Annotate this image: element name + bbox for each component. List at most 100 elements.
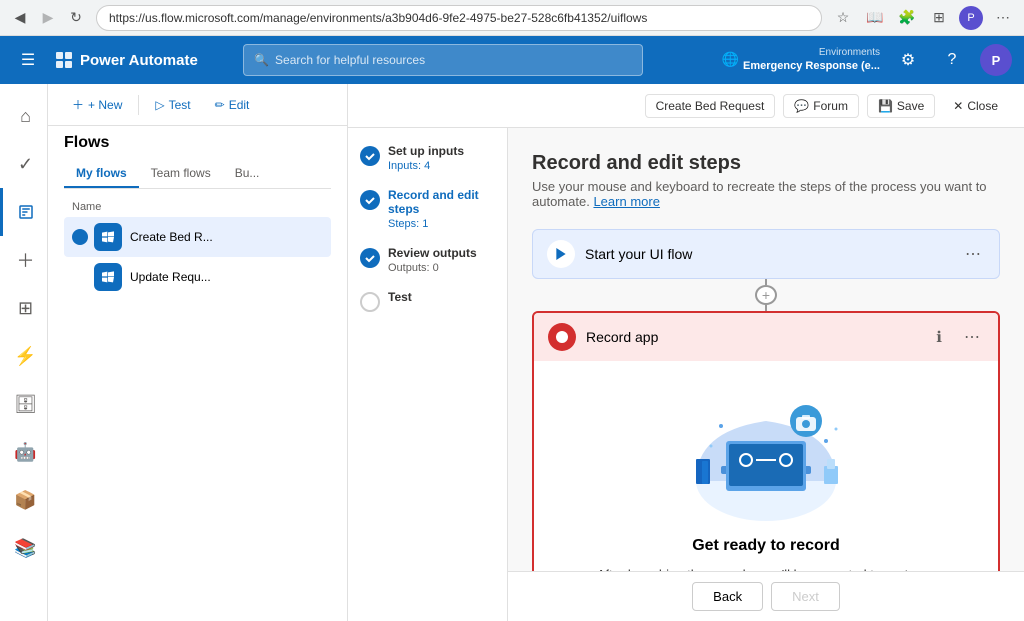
sidebar-item-templates[interactable]: ⊞ bbox=[0, 284, 48, 332]
record-app-info-button[interactable]: ℹ bbox=[936, 328, 942, 346]
test-icon: ▷ bbox=[155, 98, 164, 112]
start-node-more-button[interactable]: ⋯ bbox=[961, 242, 985, 266]
sidebar-item-home[interactable]: ⌂ bbox=[0, 92, 48, 140]
sidebar-item-connectors[interactable]: ⚡ bbox=[0, 332, 48, 380]
tab-business-process[interactable]: Bu... bbox=[223, 160, 272, 188]
test-button[interactable]: ▷ Test bbox=[147, 94, 198, 116]
flows-title: Flows bbox=[64, 134, 331, 152]
flow-row-create-bed[interactable]: Create Bed R... bbox=[64, 217, 331, 257]
record-app-header: Record app ℹ ⋯ bbox=[534, 313, 998, 361]
edit-button[interactable]: ✏ Edit bbox=[207, 94, 258, 116]
collection-icon[interactable]: ⊞ bbox=[926, 5, 952, 31]
toolbar-divider bbox=[138, 95, 139, 115]
connector-line-bottom bbox=[765, 305, 767, 311]
learn-more-link[interactable]: Learn more bbox=[593, 194, 659, 209]
step-3-circle bbox=[360, 248, 380, 268]
nav-right: 🌐 Environments Emergency Response (e... … bbox=[722, 44, 1012, 76]
flow-icon-windows-2 bbox=[94, 263, 122, 291]
tab-team-flows[interactable]: Team flows bbox=[139, 160, 223, 188]
step-2-text: Record and edit steps Steps: 1 bbox=[388, 188, 495, 230]
forum-icon: 💬 bbox=[794, 99, 809, 113]
flow-area-description: Use your mouse and keyboard to recreate … bbox=[532, 179, 1000, 209]
add-step-button[interactable]: + bbox=[755, 285, 777, 305]
record-app-more-button[interactable]: ⋯ bbox=[960, 325, 984, 349]
flow-area: Record and edit steps Use your mouse and… bbox=[508, 128, 1024, 571]
logo-grid-icon bbox=[56, 52, 72, 68]
search-icon: 🔍 bbox=[254, 53, 269, 67]
flow-connector: + bbox=[532, 279, 1000, 311]
forum-button[interactable]: 💬 Forum bbox=[783, 94, 859, 118]
step-3-text: Review outputs Outputs: 0 bbox=[388, 246, 495, 274]
steps-content: Set up inputs Inputs: 4 Record a bbox=[348, 128, 1024, 621]
steps-sidebar: Set up inputs Inputs: 4 Record a bbox=[348, 128, 508, 621]
step-review-outputs[interactable]: Review outputs Outputs: 0 bbox=[360, 246, 495, 274]
browser-chrome: ◀ ▶ ↻ ☆ 📖 🧩 ⊞ P ⋯ bbox=[0, 0, 1024, 36]
environment-label: Environments bbox=[743, 46, 880, 59]
address-bar[interactable] bbox=[96, 5, 822, 31]
create-bed-request-button[interactable]: Create Bed Request bbox=[645, 94, 776, 118]
step-set-up-inputs[interactable]: Set up inputs Inputs: 4 bbox=[360, 144, 495, 172]
tab-my-flows[interactable]: My flows bbox=[64, 160, 139, 188]
flow-row-update-req[interactable]: Update Requ... bbox=[64, 257, 331, 297]
step-2-circle bbox=[360, 190, 380, 210]
step-record-edit-steps[interactable]: Record and edit steps Steps: 1 bbox=[360, 188, 495, 230]
sidebar-item-data[interactable]: 🗄 bbox=[0, 380, 48, 428]
step-test[interactable]: Test bbox=[360, 290, 495, 312]
record-app-card: Record app ℹ ⋯ bbox=[532, 311, 1000, 571]
record-icon bbox=[548, 323, 576, 351]
sidebar-item-action-items[interactable]: ✓ bbox=[0, 140, 48, 188]
extensions-icon[interactable]: 🧩 bbox=[894, 5, 920, 31]
flow-name-create-bed: Create Bed R... bbox=[130, 230, 323, 244]
sidebar-item-my-flows[interactable] bbox=[0, 188, 48, 236]
sidebar-item-ai-builder[interactable]: 🤖 bbox=[0, 428, 48, 476]
settings-button[interactable]: ⚙ bbox=[892, 44, 924, 76]
start-node-icon bbox=[547, 240, 575, 268]
main-content: ⌂ ✓ ＋ ⊞ ⚡ 🗄 🤖 📦 📚 ＋ + New ▷ bbox=[0, 84, 1024, 621]
edit-icon: ✏ bbox=[215, 98, 225, 112]
back-button[interactable]: ◀ bbox=[8, 6, 32, 30]
environment-info: Environments Emergency Response (e... bbox=[743, 46, 880, 73]
record-app-title: Record app bbox=[586, 329, 926, 345]
sidebar-item-solutions[interactable]: 📦 bbox=[0, 476, 48, 524]
star-icon[interactable]: ☆ bbox=[830, 5, 856, 31]
refresh-button[interactable]: ↻ bbox=[64, 6, 88, 30]
bottom-bar: Back Next bbox=[508, 571, 1024, 621]
close-button[interactable]: ✕ Close bbox=[943, 95, 1008, 117]
start-flow-node: Start your UI flow ⋯ bbox=[532, 229, 1000, 279]
flows-tabs: My flows Team flows Bu... bbox=[64, 160, 331, 189]
plus-icon: ＋ bbox=[72, 96, 84, 113]
sidebar-item-create[interactable]: ＋ bbox=[0, 236, 48, 284]
close-icon: ✕ bbox=[953, 99, 963, 113]
next-button[interactable]: Next bbox=[771, 582, 840, 611]
flows-section: Flows My flows Team flows Bu... Name Cre… bbox=[48, 126, 347, 305]
back-button[interactable]: Back bbox=[692, 582, 763, 611]
top-nav: ☰ Power Automate 🔍 Search for helpful re… bbox=[0, 36, 1024, 84]
avatar[interactable]: P bbox=[980, 44, 1012, 76]
get-ready-title: Get ready to record bbox=[692, 537, 840, 555]
step-1-text: Set up inputs Inputs: 4 bbox=[388, 144, 495, 172]
step-4-circle bbox=[360, 292, 380, 312]
search-bar[interactable]: 🔍 Search for helpful resources bbox=[243, 44, 643, 76]
forward-button[interactable]: ▶ bbox=[36, 6, 60, 30]
record-dot-icon bbox=[556, 331, 568, 343]
step-1-circle bbox=[360, 146, 380, 166]
new-button[interactable]: ＋ + New bbox=[64, 92, 130, 117]
sidebar-item-learn[interactable]: 📚 bbox=[0, 524, 48, 572]
start-node-label: Start your UI flow bbox=[585, 246, 951, 262]
record-app-body: Get ready to record After launching the … bbox=[534, 361, 998, 571]
bookmark-icon[interactable]: 📖 bbox=[862, 5, 888, 31]
record-illustration bbox=[666, 381, 866, 521]
right-top-bar: Create Bed Request 💬 Forum 💾 Save ✕ Clos… bbox=[348, 84, 1024, 128]
app-logo: Power Automate bbox=[56, 52, 198, 69]
profile-button[interactable]: P bbox=[958, 5, 984, 31]
environment-name: Emergency Response (e... bbox=[743, 59, 880, 73]
app-name: Power Automate bbox=[80, 52, 198, 69]
save-button[interactable]: 💾 Save bbox=[867, 94, 935, 118]
browser-menu-button[interactable]: ⋯ bbox=[990, 5, 1016, 31]
app-container: ☰ Power Automate 🔍 Search for helpful re… bbox=[0, 36, 1024, 621]
left-panel-toolbar: ＋ + New ▷ Test ✏ Edit bbox=[48, 84, 347, 126]
help-button[interactable]: ? bbox=[936, 44, 968, 76]
step-4-text: Test bbox=[388, 290, 495, 304]
nav-menu-button[interactable]: ☰ bbox=[12, 44, 44, 76]
sidebar: ⌂ ✓ ＋ ⊞ ⚡ 🗄 🤖 📦 📚 bbox=[0, 84, 48, 621]
